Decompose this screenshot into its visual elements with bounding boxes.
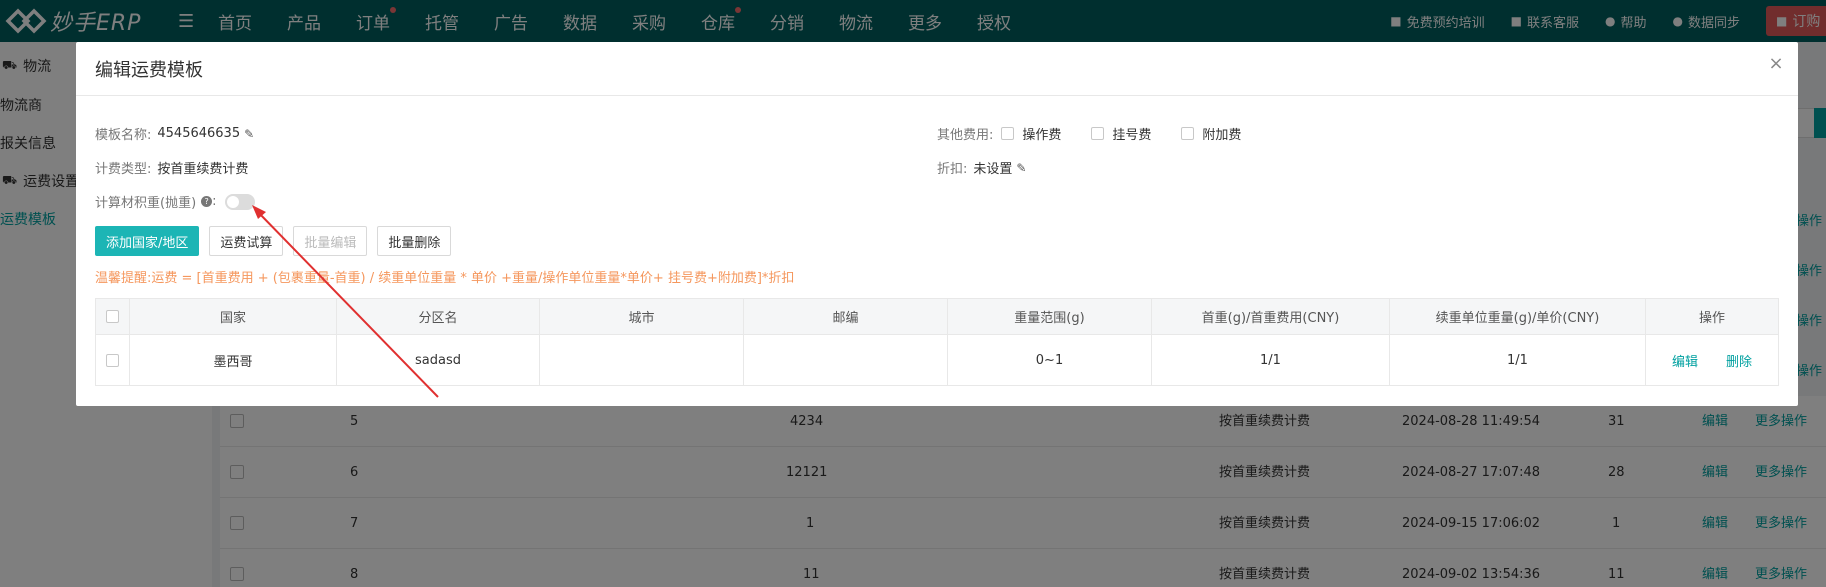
- zone-table: 国家 分区名 城市 邮编 重量范围(g) 首重(g)/首重费用(CNY) 续重单…: [95, 298, 1779, 386]
- cell-zip: [744, 335, 948, 385]
- col-header: 城市: [540, 299, 744, 334]
- select-all-checkbox[interactable]: [106, 310, 119, 323]
- edit-row-link[interactable]: 编辑: [1672, 351, 1698, 370]
- edit-discount-icon[interactable]: ✎: [1016, 161, 1026, 175]
- checkbox-box: [1181, 127, 1195, 140]
- checkbox-box: [1091, 127, 1105, 140]
- modal-header: 编辑运费模板: [76, 42, 1798, 96]
- col-header: 续重单位重量(g)/单价(CNY): [1390, 299, 1646, 334]
- col-header: 重量范围(g): [948, 299, 1152, 334]
- batch-edit-button[interactable]: 批量编辑: [293, 226, 368, 256]
- billing-type-value: 按首重续费计费: [157, 162, 249, 177]
- cell-city: [540, 335, 744, 385]
- batch-delete-button[interactable]: 批量删除: [377, 226, 452, 256]
- col-header: 邮编: [744, 299, 948, 334]
- question-icon[interactable]: ?: [201, 196, 213, 207]
- other-fees-row: 其他费用: 操作费 挂号费 附加费: [937, 124, 1271, 143]
- billing-type-row: 计费类型: 按首重续费计费: [95, 158, 248, 177]
- cell-actions: 编辑 删除: [1646, 335, 1778, 385]
- add-country-button[interactable]: 添加国家/地区: [95, 226, 200, 256]
- table-row: 墨西哥 sadasd 0~1 1/1 1/1 编辑 删除: [96, 335, 1778, 385]
- col-header: 操作: [1698, 311, 1725, 326]
- col-header: 首重(g)/首重费用(CNY): [1152, 299, 1390, 334]
- checkbox-label: 附加费: [1202, 128, 1242, 143]
- template-name-label: 模板名称:: [95, 128, 152, 143]
- col-header: 分区名: [337, 299, 540, 334]
- cell-first-weight: 1/1: [1152, 335, 1390, 385]
- discount-row: 折扣: 未设置 ✎: [937, 158, 1026, 178]
- checkbox-label: 挂号费: [1112, 128, 1152, 143]
- close-icon[interactable]: ×: [1764, 52, 1788, 76]
- reminder-tip: 温馨提醒:运费 = [首重费用 + (包裹重量-首重) / 续重单位重量 * 单…: [95, 271, 795, 286]
- select-all-cell: [96, 299, 130, 334]
- other-fees-label: 其他费用:: [937, 128, 994, 143]
- cell-continued-weight: 1/1: [1390, 335, 1646, 385]
- volume-weight-label: 计算材积重(抛重): [95, 196, 197, 211]
- delete-row-link[interactable]: 删除: [1726, 351, 1752, 370]
- col-header: 国家: [130, 299, 337, 334]
- volume-weight-row: 计算材积重(抛重) ? :: [95, 192, 255, 211]
- fee-operation-checkbox[interactable]: 操作费: [1001, 124, 1061, 143]
- fee-surcharge-checkbox[interactable]: 附加费: [1181, 124, 1241, 143]
- volume-weight-colon: :: [212, 194, 217, 209]
- discount-label: 折扣:: [937, 162, 968, 177]
- edit-freight-template-dialog: 编辑运费模板 × 模板名称: 4545646635 ✎ 计费类型: 按首重续费计…: [76, 42, 1798, 406]
- edit-name-icon[interactable]: ✎: [244, 127, 254, 141]
- template-name-value: 4545646635: [157, 126, 241, 141]
- table-header: 国家 分区名 城市 邮编 重量范围(g) 首重(g)/首重费用(CNY) 续重单…: [96, 299, 1778, 335]
- trial-calc-button[interactable]: 运费试算: [209, 226, 284, 256]
- checkbox-label: 操作费: [1022, 128, 1062, 143]
- cell-weight-range: 0~1: [948, 335, 1152, 385]
- cell-zone: sadasd: [337, 335, 540, 385]
- modal-title: 编辑运费模板: [95, 59, 203, 81]
- action-toolbar: 添加国家/地区 运费试算 批量编辑 批量删除: [95, 226, 461, 256]
- template-name-row: 模板名称: 4545646635 ✎: [95, 124, 254, 143]
- fee-registration-checkbox[interactable]: 挂号费: [1091, 124, 1151, 143]
- row-select-cell: [96, 335, 130, 385]
- checkbox-box: [1001, 127, 1015, 140]
- billing-type-label: 计费类型:: [95, 162, 152, 177]
- cell-country: 墨西哥: [130, 335, 337, 385]
- row-checkbox[interactable]: [106, 353, 119, 367]
- discount-value: 未设置: [973, 162, 1013, 177]
- volume-weight-toggle[interactable]: [224, 193, 255, 210]
